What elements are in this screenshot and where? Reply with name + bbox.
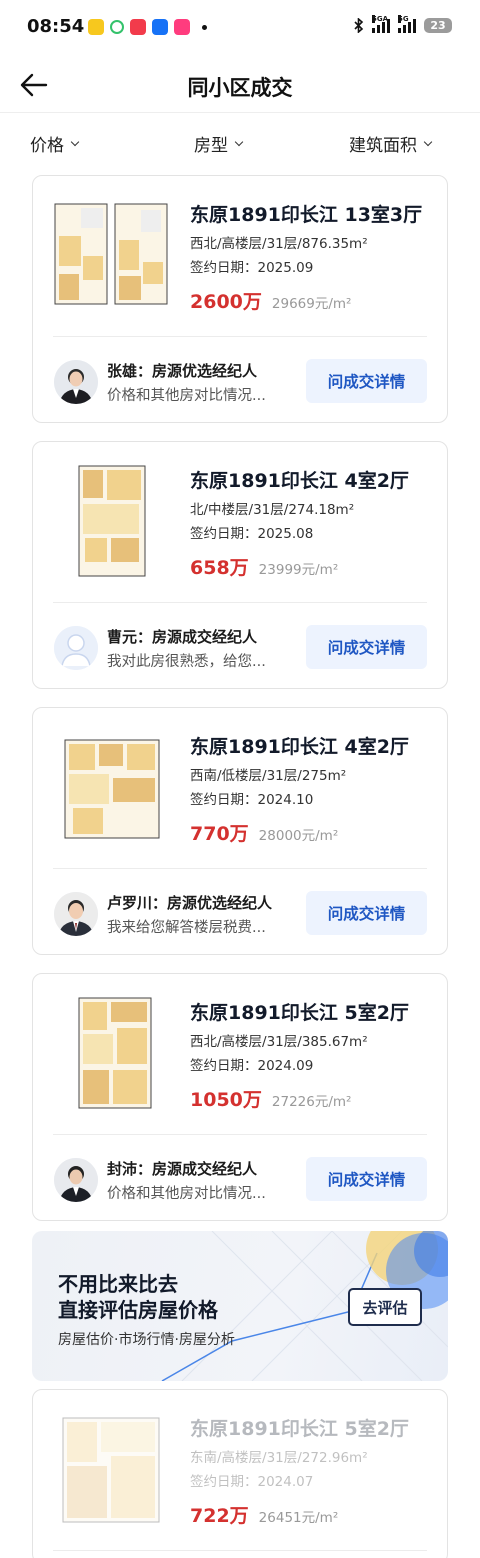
agent-name: 封沛：房源成交经纪人 — [107, 1160, 258, 1178]
agent-message: 价格和其他房对比情况... — [107, 1186, 266, 1202]
listing-price: 658万 — [190, 557, 249, 579]
listing-meta: 东南/高楼层/31层/272.96m² — [190, 1450, 368, 1466]
battery-icon: 23 — [424, 18, 452, 33]
listing-unit-price: 29669元/m² — [271, 296, 352, 312]
agent-photo-icon — [54, 1158, 98, 1202]
listing-date: 签约日期：2024.07 — [190, 1474, 314, 1490]
agent-message: 价格和其他房对比情况... — [107, 388, 266, 404]
filter-bar: 价格 房型 建筑面积 — [0, 113, 480, 171]
listing-price-row: 770万 28000元/m² — [190, 819, 338, 846]
signal-2-icon: 5G — [398, 14, 416, 33]
listing-price: 2600万 — [190, 291, 262, 313]
chevron-down-icon — [70, 137, 80, 146]
ask-deal-details-button[interactable]: 问成交详情 — [306, 1157, 427, 1201]
listing-date: 签约日期：2024.10 — [190, 792, 314, 808]
divider — [53, 868, 427, 869]
system-status: 5GA 5G 23 — [354, 14, 452, 33]
floor-plan-image — [62, 1417, 160, 1523]
notification-icons — [88, 19, 207, 35]
banner-headline: 不用比来比去 — [58, 1272, 178, 1296]
filter-area-label: 建筑面积 — [349, 136, 417, 156]
listing-date: 签约日期：2025.09 — [190, 260, 314, 276]
listing-price: 770万 — [190, 823, 249, 845]
reading-app-icon — [88, 19, 104, 35]
avatar[interactable] — [54, 626, 98, 670]
listing-title: 东原1891印长江 5室2厅 — [190, 1002, 409, 1024]
listing-card[interactable]: 东原1891印长江 4室2厅 西南/低楼层/31层/275m² 签约日期：202… — [32, 707, 448, 955]
chevron-down-icon — [234, 137, 244, 146]
avatar[interactable] — [54, 360, 98, 404]
listing-card[interactable]: 东原1891印长江 5室2厅 东南/高楼层/31层/272.96m² 签约日期：… — [32, 1389, 448, 1558]
listing-unit-price: 23999元/m² — [258, 562, 339, 578]
listing-meta: 西北/高楼层/31层/876.35m² — [190, 236, 368, 252]
listing-card[interactable]: 东原1891印长江 4室2厅 北/中楼层/31层/274.18m² 签约日期：2… — [32, 441, 448, 689]
listing-price: 1050万 — [190, 1089, 262, 1111]
filter-layout-label: 房型 — [194, 136, 228, 156]
filter-layout[interactable]: 房型 — [194, 131, 244, 156]
refresh-app-icon — [110, 20, 124, 34]
divider — [53, 602, 427, 603]
listing-card[interactable]: 东原1891印长江 13室3厅 西北/高楼层/31层/876.35m² 签约日期… — [32, 175, 448, 423]
avatar[interactable] — [54, 892, 98, 936]
listing-unit-price: 27226元/m² — [271, 1094, 352, 1110]
xiaohongshu-app-icon — [130, 19, 146, 35]
listing-price-row: 2600万 29669元/m² — [190, 287, 351, 314]
divider — [53, 1134, 427, 1135]
more-notifications-icon — [202, 24, 207, 30]
floor-plan-image — [78, 997, 152, 1109]
agent-message: 我对此房很熟悉，给您... — [107, 654, 266, 670]
agent-photo-icon — [54, 360, 98, 404]
agent-photo-icon — [54, 892, 98, 936]
agent-message: 我来给您解答楼层税费... — [107, 920, 266, 936]
zhihu-app-icon — [152, 19, 168, 35]
shopping-app-icon — [174, 19, 190, 35]
floor-plan-image — [64, 739, 160, 839]
listing-title: 东原1891印长江 5室2厅 — [190, 1418, 409, 1440]
divider — [53, 336, 427, 337]
default-avatar-icon — [54, 626, 98, 670]
agent-name: 张雄：房源优选经纪人 — [107, 362, 258, 380]
evaluate-button[interactable]: 去评估 — [348, 1288, 422, 1326]
valuation-banner[interactable]: 不用比来比去 直接评估房屋价格 房屋估价·市场行情·房屋分析 去评估 — [32, 1231, 448, 1381]
ask-deal-details-button[interactable]: 问成交详情 — [306, 359, 427, 403]
bluetooth-icon — [354, 18, 364, 33]
agent-name: 曹元：房源成交经纪人 — [107, 628, 258, 646]
floor-plan-image — [78, 465, 146, 577]
nav-bar: 同小区成交 — [0, 58, 480, 113]
listing-date: 签约日期：2024.09 — [190, 1058, 314, 1074]
banner-subtitle: 房屋估价·市场行情·房屋分析 — [58, 1332, 235, 1348]
ask-deal-details-button[interactable]: 问成交详情 — [306, 891, 427, 935]
status-time: 08:54 — [27, 16, 85, 37]
filter-price-label: 价格 — [30, 136, 64, 156]
listing-title: 东原1891印长江 4室2厅 — [190, 736, 409, 758]
agent-name: 卢罗川：房源优选经纪人 — [107, 894, 273, 912]
listing-unit-price: 26451元/m² — [258, 1510, 339, 1526]
divider — [53, 1550, 427, 1551]
listing-meta: 北/中楼层/31层/274.18m² — [190, 502, 355, 518]
filter-price[interactable]: 价格 — [30, 131, 80, 156]
signal-1-icon: 5GA — [372, 14, 390, 33]
chevron-down-icon — [423, 137, 433, 146]
filter-area[interactable]: 建筑面积 — [349, 131, 433, 156]
listing-price-row: 658万 23999元/m² — [190, 553, 338, 580]
banner-headline-2: 直接评估房屋价格 — [58, 1298, 218, 1322]
floor-plan-image — [54, 203, 168, 305]
listing-price-row: 722万 26451元/m² — [190, 1501, 338, 1528]
listing-title: 东原1891印长江 13室3厅 — [190, 204, 423, 226]
listing-price-row: 1050万 27226元/m² — [190, 1085, 351, 1112]
listing-card[interactable]: 东原1891印长江 5室2厅 西北/高楼层/31层/385.67m² 签约日期：… — [32, 973, 448, 1221]
status-bar: 08:54 5GA 5G 23 — [0, 0, 480, 58]
listing-meta: 西北/高楼层/31层/385.67m² — [190, 1034, 368, 1050]
page-title: 同小区成交 — [187, 76, 293, 100]
listing-price: 722万 — [190, 1505, 249, 1527]
listing-title: 东原1891印长江 4室2厅 — [190, 470, 409, 492]
listing-date: 签约日期：2025.08 — [190, 526, 314, 542]
listing-unit-price: 28000元/m² — [258, 828, 339, 844]
avatar[interactable] — [54, 1158, 98, 1202]
listing-meta: 西南/低楼层/31层/275m² — [190, 768, 347, 784]
ask-deal-details-button[interactable]: 问成交详情 — [306, 625, 427, 669]
